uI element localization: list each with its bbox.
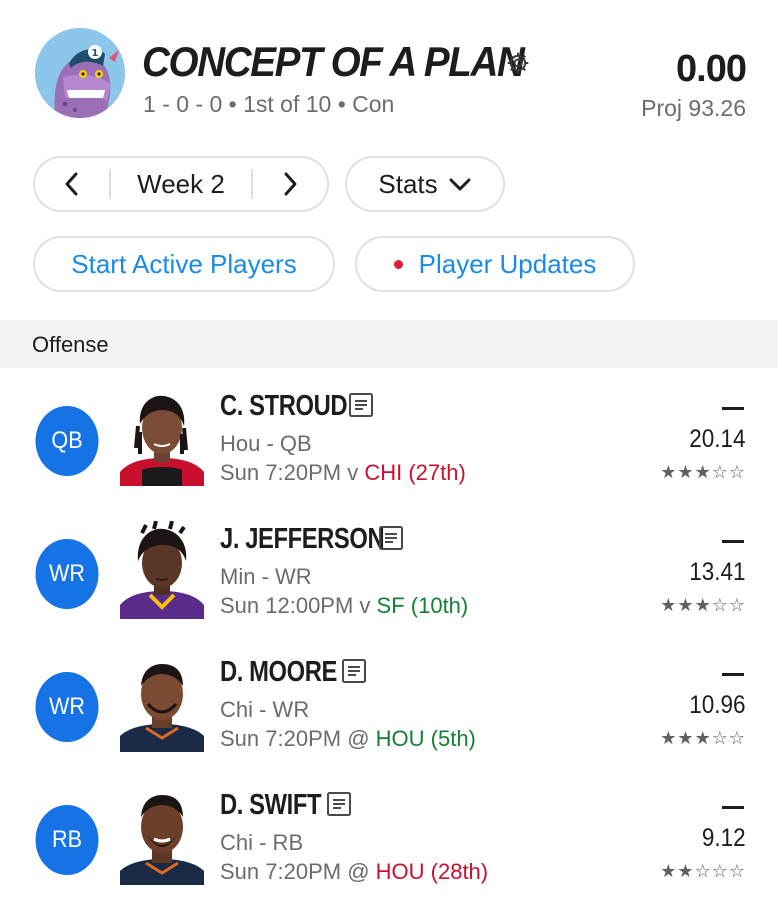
player-row[interactable]: QB C. STROUD Hou - QB Sun 7:20PM v CHI (… — [0, 370, 778, 503]
player-name[interactable]: J. JEFFERSON — [220, 523, 385, 556]
opponent-rank: HOU (5th) — [375, 726, 476, 751]
actual-points-placeholder — [722, 806, 744, 809]
section-header: Offense — [0, 320, 778, 368]
player-updates-label: Player Updates — [418, 248, 597, 279]
player-row[interactable]: WR J. JEFFERSON Min - WR Sun 12:00PM v S… — [0, 503, 778, 636]
stats-label: Stats — [378, 168, 438, 199]
notes-icon[interactable] — [341, 658, 367, 684]
star-rating-filled: ★★★ — [660, 462, 712, 482]
star-rating-empty: ☆☆ — [711, 728, 746, 748]
player-team-position: Chi - RB — [220, 830, 304, 855]
player-name[interactable]: D. SWIFT — [220, 789, 321, 822]
player-team-position: Hou - QB — [220, 431, 312, 456]
opponent-rank: CHI (27th) — [364, 460, 466, 485]
section-label: Offense — [32, 332, 109, 357]
position-badge[interactable]: QB — [35, 406, 99, 476]
position-badge[interactable]: RB — [35, 805, 99, 875]
player-photo[interactable] — [120, 787, 204, 885]
projected-points: 10.96 — [689, 691, 746, 719]
player-game-info: Sun 12:00PM v SF (10th) — [220, 593, 468, 619]
position-badge[interactable]: WR — [35, 539, 99, 609]
position-badge[interactable]: WR — [35, 672, 99, 742]
game-time: Sun 7:20PM @ — [220, 726, 376, 751]
star-rating-filled: ★★ — [660, 861, 695, 881]
team-avatar[interactable]: 1 — [35, 28, 125, 118]
star-rating-filled: ★★★ — [660, 595, 712, 615]
player-photo[interactable] — [120, 654, 204, 752]
actual-points-placeholder — [722, 673, 744, 676]
week-selector: Week 2 — [33, 156, 329, 212]
star-rating-empty: ☆☆ — [711, 462, 746, 482]
notes-icon[interactable] — [348, 392, 374, 418]
star-rating: ★★☆☆☆ — [660, 861, 746, 882]
start-active-players-button[interactable]: Start Active Players — [33, 236, 335, 292]
star-rating-empty: ☆☆☆ — [694, 861, 746, 881]
star-rating: ★★★☆☆ — [660, 728, 746, 749]
team-header: 1 CONCEPT OF A PLAN 1 - 0 - 0 • 1st of 1… — [0, 0, 778, 140]
player-game-info: Sun 7:20PM @ HOU (5th) — [220, 726, 476, 752]
player-row[interactable]: WR D. MOORE Chi - WR Sun 7:20PM @ HOU (5… — [0, 636, 778, 769]
opponent-rank: HOU (28th) — [375, 859, 489, 884]
team-name: CONCEPT OF A PLAN — [142, 38, 525, 85]
game-time: Sun 7:20PM @ — [220, 859, 376, 884]
game-time: Sun 12:00PM v — [220, 593, 377, 618]
notes-icon[interactable] — [326, 791, 352, 817]
player-updates-button[interactable]: Player Updates — [355, 236, 635, 292]
team-record: 1 - 0 - 0 • 1st of 10 • Con — [143, 91, 395, 117]
player-team-position: Chi - WR — [220, 697, 310, 722]
alert-dot-icon — [393, 259, 403, 269]
week-label[interactable]: Week 2 — [111, 169, 251, 200]
player-name[interactable]: D. MOORE — [220, 656, 337, 689]
svg-text:1: 1 — [92, 48, 99, 59]
player-name[interactable]: C. STROUD — [220, 390, 348, 423]
projected-points: 20.14 — [689, 425, 746, 453]
notes-icon[interactable] — [378, 525, 404, 551]
player-photo[interactable] — [120, 521, 204, 619]
player-team-position: Min - WR — [220, 564, 312, 589]
projected-points: 9.12 — [702, 824, 746, 852]
game-time: Sun 7:20PM v — [220, 460, 365, 485]
player-game-info: Sun 7:20PM @ HOU (28th) — [220, 859, 488, 885]
player-photo[interactable] — [120, 388, 204, 486]
actual-points-placeholder — [722, 540, 744, 543]
stats-dropdown[interactable]: Stats — [345, 156, 505, 212]
star-rating: ★★★☆☆ — [660, 595, 746, 616]
chevron-left-icon[interactable] — [35, 158, 109, 210]
team-score: 0.00 — [676, 48, 747, 90]
projected-points: 13.41 — [689, 558, 746, 586]
player-game-info: Sun 7:20PM v CHI (27th) — [220, 460, 466, 486]
actual-points-placeholder — [722, 407, 744, 410]
chevron-right-icon[interactable] — [253, 158, 327, 210]
team-projection: Proj 93.26 — [641, 95, 746, 121]
chevron-down-icon — [448, 169, 472, 200]
star-rating-filled: ★★★ — [660, 728, 712, 748]
start-active-players-label: Start Active Players — [71, 248, 297, 279]
opponent-rank: SF (10th) — [376, 593, 469, 618]
star-rating-empty: ☆☆ — [711, 595, 746, 615]
player-row[interactable]: RB D. SWIFT Chi - RB Sun 7:20PM @ HOU (2… — [0, 769, 778, 900]
gear-icon[interactable] — [505, 50, 531, 76]
star-rating: ★★★☆☆ — [660, 462, 746, 483]
